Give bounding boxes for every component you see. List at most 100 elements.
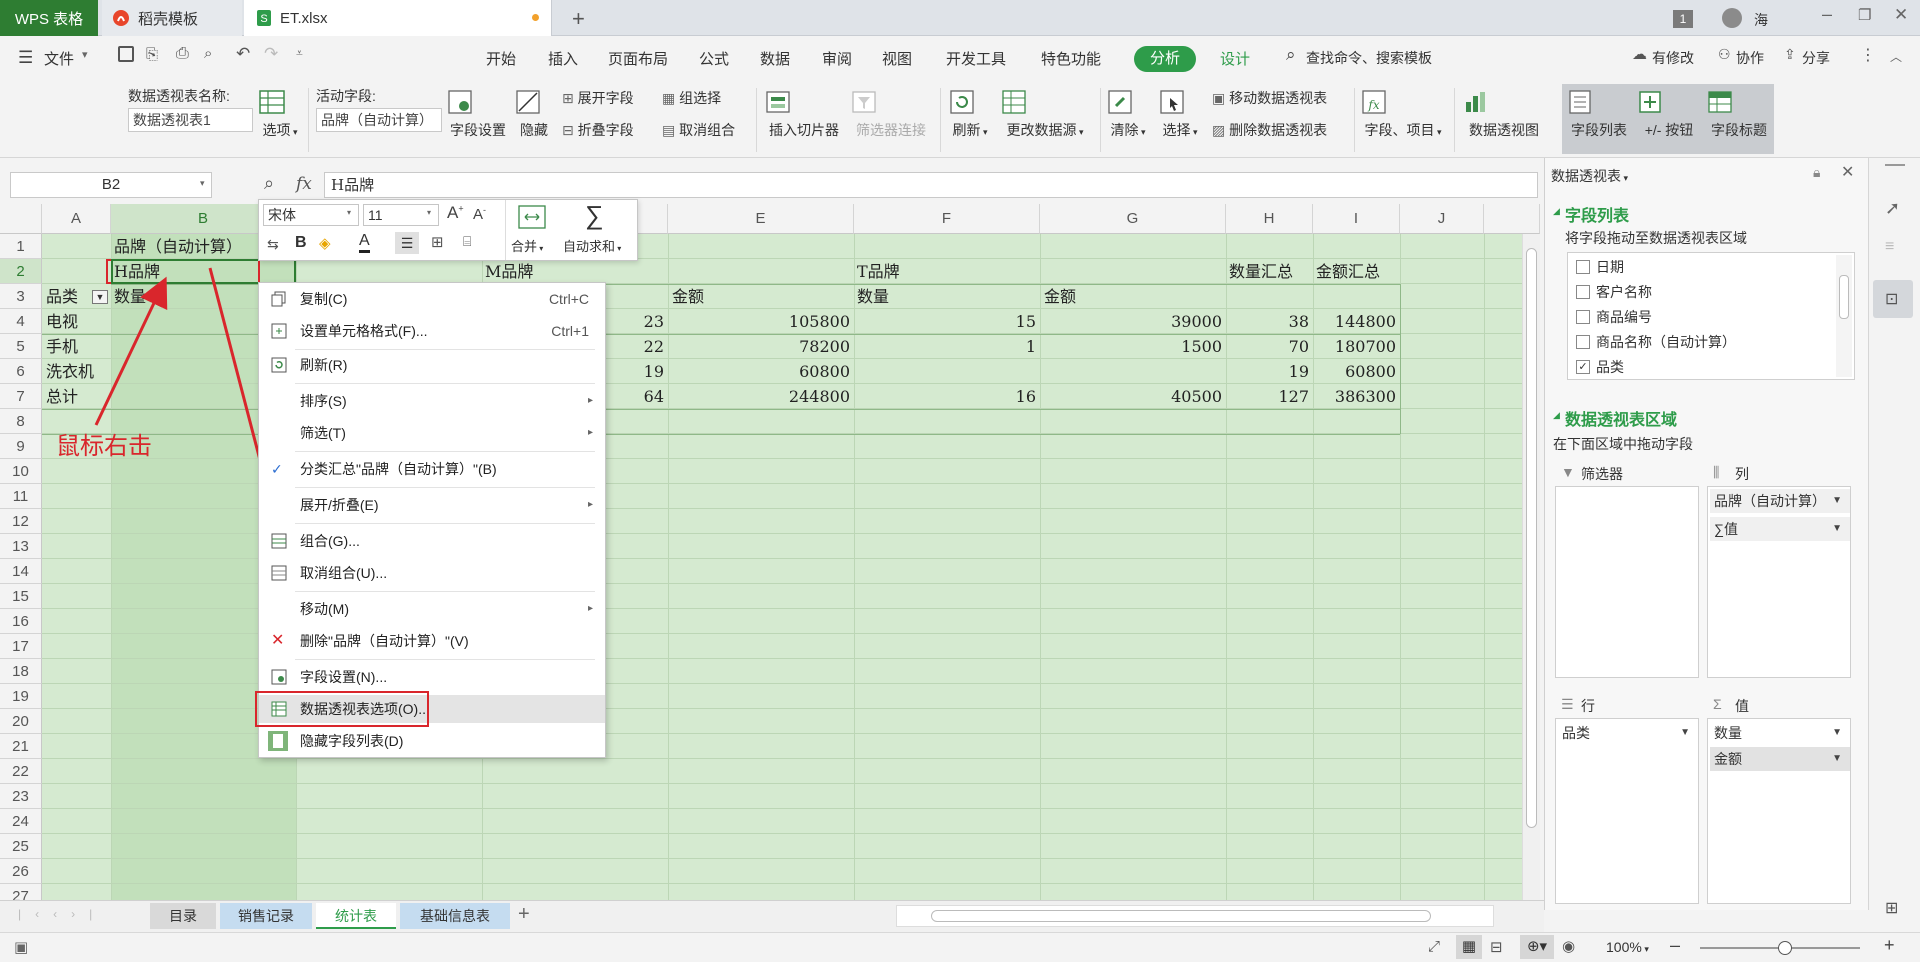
values-area-label: 值: [1735, 698, 1749, 714]
zoom-out-button[interactable]: –: [1670, 935, 1680, 956]
menu-item-field-settings[interactable]: 字段设置(N)...: [259, 663, 605, 691]
field-item[interactable]: 客户名称: [1576, 280, 1826, 304]
chevron-down-icon[interactable]: ▼: [1832, 517, 1842, 541]
value-field-chip[interactable]: 数量 ▼: [1710, 721, 1850, 745]
menu-item-subtotal[interactable]: ✓ 分类汇总"品牌（自动计算）"(B): [259, 455, 605, 483]
collapse-triangle-icon[interactable]: ◢: [1553, 206, 1560, 217]
menu-item-label: 删除"品牌（自动计算）"(V): [300, 633, 469, 649]
normal-view-icon[interactable]: ▦: [1456, 935, 1482, 959]
font-dropdown-icon[interactable]: ▾: [347, 208, 351, 217]
value-field-chip[interactable]: 金额 ▼: [1710, 747, 1850, 771]
checkbox-unchecked[interactable]: [1576, 310, 1590, 324]
field-settings-icon: [271, 669, 287, 685]
zoom-slider-thumb[interactable]: [1778, 941, 1792, 955]
checkbox-checked[interactable]: ✓: [1576, 360, 1590, 374]
row-field-chip[interactable]: 品类 ▼: [1558, 721, 1698, 745]
sheet-tab[interactable]: 目录: [150, 903, 216, 929]
menu-item-refresh[interactable]: 刷新(R): [259, 351, 605, 379]
font-name-select[interactable]: 宋体: [263, 204, 359, 226]
eye-protection-icon[interactable]: ◉: [1562, 937, 1575, 955]
field-list-box[interactable]: 日期 客户名称 商品编号 商品名称（自动计算） ✓ 品类: [1567, 252, 1855, 380]
collapse-triangle-icon[interactable]: ◢: [1553, 410, 1560, 421]
align-center-icon[interactable]: ☰: [395, 232, 419, 254]
menu-item-label: 刷新(R): [300, 357, 348, 373]
value-field-label: 数量: [1714, 725, 1742, 741]
rows-icon: ☰: [1561, 696, 1574, 712]
increase-font-icon[interactable]: A+: [447, 203, 464, 223]
pane-close-icon[interactable]: ✕: [1841, 162, 1854, 182]
menu-item-expand-collapse[interactable]: 展开/折叠(E) ▸: [259, 491, 605, 519]
field-list-scroll-thumb[interactable]: [1839, 275, 1849, 319]
status-bar: ▣ ⤢ ▦ ⊟ ⊕▾ ◉ 100% ▾ – +: [0, 932, 1920, 962]
font-color-button[interactable]: A: [359, 232, 370, 253]
border-icon[interactable]: ⊞: [431, 233, 444, 251]
pivot-areas-hint: 在下面区域中拖动字段: [1553, 436, 1693, 452]
chevron-down-icon[interactable]: ▼: [1832, 489, 1842, 513]
menu-item-label: 字段设置(N)...: [300, 669, 388, 685]
menu-item-format-cells[interactable]: 设置单元格格式(F)... Ctrl+1: [259, 317, 605, 345]
menu-item-shortcut: Ctrl+C: [548, 291, 589, 307]
columns-area[interactable]: 品牌（自动计算） ▼ ∑值 ▼: [1707, 486, 1851, 678]
menu-item-sort[interactable]: 排序(S) ▸: [259, 387, 605, 415]
values-area[interactable]: 数量 ▼ 金额 ▼: [1707, 718, 1851, 904]
field-item-label: 商品名称（自动计算）: [1596, 334, 1736, 350]
field-item[interactable]: 商品编号: [1576, 305, 1826, 329]
macro-record-icon[interactable]: ▣: [14, 938, 28, 956]
page-break-view-icon[interactable]: ⊟: [1490, 938, 1503, 956]
horizontal-scrollbar[interactable]: [896, 905, 1494, 927]
field-item[interactable]: 商品名称（自动计算）: [1576, 330, 1826, 354]
menu-item-ungroup[interactable]: 取消组合(U)...: [259, 559, 605, 587]
chevron-down-icon[interactable]: ▼: [1680, 721, 1690, 745]
menu-item-copy[interactable]: 复制(C) Ctrl+C: [259, 285, 605, 313]
merge-label: 合并: [511, 239, 538, 254]
zoom-level[interactable]: 100% ▾: [1606, 939, 1649, 955]
sheet-tab[interactable]: 销售记录: [220, 903, 312, 929]
menu-item-label: 设置单元格格式(F)...: [300, 323, 428, 339]
checkbox-unchecked[interactable]: [1576, 285, 1590, 299]
bold-button[interactable]: B: [295, 234, 307, 252]
fullscreen-icon[interactable]: ⤢: [1428, 938, 1440, 955]
pin-lock-icon[interactable]: 🔒︎: [1813, 164, 1820, 181]
field-item[interactable]: ✓ 品类: [1576, 355, 1826, 379]
fill-color-icon[interactable]: ◈: [319, 234, 331, 252]
rows-area[interactable]: 品类 ▼: [1555, 718, 1699, 904]
chevron-down-icon[interactable]: ▼: [1832, 747, 1842, 771]
rows-area-label: 行: [1581, 698, 1595, 714]
reading-mode-icon[interactable]: ⊕▾: [1520, 935, 1554, 959]
chevron-down-icon[interactable]: ▼: [1832, 721, 1842, 745]
checkbox-unchecked[interactable]: [1576, 260, 1590, 274]
filter-area[interactable]: [1555, 486, 1699, 678]
column-values-chip[interactable]: ∑值 ▼: [1710, 517, 1850, 541]
properties-icon[interactable]: ≡: [1885, 238, 1894, 256]
menu-item-delete[interactable]: ✕ 删除"品牌（自动计算）"(V): [259, 627, 605, 655]
sheet-tab-active[interactable]: 统计表: [316, 903, 396, 929]
menu-item-label: 展开/折叠(E): [300, 497, 379, 513]
side-tool-strip: ➚ ≡ ⊡ ⊞: [1868, 158, 1920, 917]
cursor-icon[interactable]: ➚: [1885, 198, 1900, 219]
menu-item-move[interactable]: 移动(M) ▸: [259, 595, 605, 623]
columns-icon: ⫼: [1713, 464, 1720, 480]
wrap-icon[interactable]: ⇆: [267, 236, 279, 253]
menu-item-filter[interactable]: 筛选(T) ▸: [259, 419, 605, 447]
zoom-slider[interactable]: [1700, 941, 1860, 955]
menu-item-hide-field-list[interactable]: 隐藏字段列表(D): [259, 727, 605, 755]
filter-icon: ▼︎: [1561, 464, 1575, 480]
pivot-pane-toggle[interactable]: ⊡: [1873, 280, 1913, 318]
decrease-font-icon[interactable]: A-: [473, 205, 486, 223]
field-list-scrollbar[interactable]: [1836, 255, 1852, 377]
pane-title[interactable]: 数据透视表 ▾: [1551, 166, 1628, 186]
merge-button[interactable]: 合并 ▾: [511, 236, 543, 255]
sheet-nav-arrows-icon[interactable]: |‹‹›|: [18, 907, 106, 921]
autosum-button[interactable]: 自动求和 ▾: [563, 236, 621, 255]
format-painter-icon[interactable]: ⌸: [463, 233, 471, 250]
column-field-chip[interactable]: 品牌（自动计算） ▼: [1710, 489, 1850, 513]
field-item[interactable]: 日期: [1576, 255, 1826, 279]
add-sheet-button[interactable]: +: [518, 903, 530, 926]
apps-grid-icon[interactable]: ⊞: [1885, 898, 1898, 918]
sheet-tab[interactable]: 基础信息表: [400, 903, 510, 929]
zoom-in-button[interactable]: +: [1884, 935, 1895, 956]
horizontal-scroll-thumb[interactable]: [931, 910, 1431, 922]
menu-item-group[interactable]: 组合(G)...: [259, 527, 605, 555]
size-dropdown-icon[interactable]: ▾: [427, 208, 431, 217]
checkbox-unchecked[interactable]: [1576, 335, 1590, 349]
